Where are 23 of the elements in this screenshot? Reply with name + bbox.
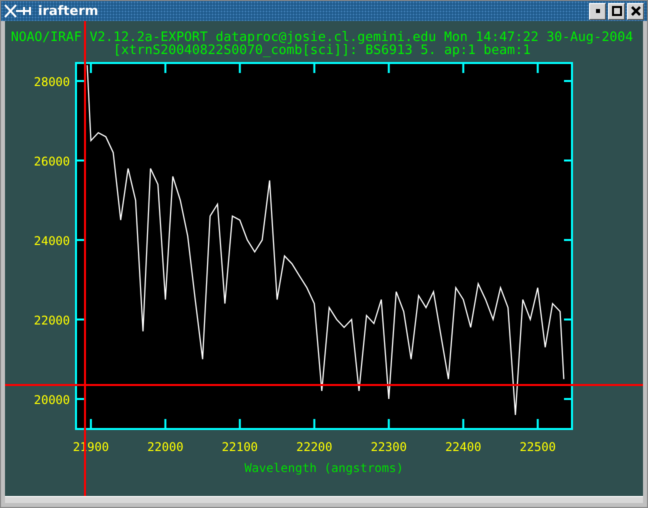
minimize-button[interactable] [589, 2, 606, 20]
maximize-button[interactable] [608, 2, 625, 20]
plot-header-line: [xtrnS20040822S0070_comb[sci]]: BS6913 5. ap:1 beam:1 [112, 44, 532, 57]
x-tick-label: 22000 [147, 440, 184, 454]
plot-header-line: NOAO/IRAF V2.12.2a-EXPORT dataproc@josie.cl.gemini.edu Mon 14:47:22 30-Aug-2004 [10, 31, 634, 44]
y-tick-label: 26000 [34, 154, 70, 168]
close-icon [630, 6, 640, 16]
y-tick-label: 20000 [34, 393, 70, 407]
window-title: irafterm [38, 4, 98, 18]
maximize-icon [612, 6, 622, 16]
x-tick-label: 22100 [222, 440, 258, 454]
minimize-icon [594, 7, 602, 15]
x-tick-label: 22200 [296, 440, 332, 454]
x-tick-label: 22300 [370, 440, 407, 454]
y-tick-label: 28000 [34, 75, 70, 89]
scroll-bar[interactable] [5, 496, 643, 503]
y-tick-label: 22000 [34, 314, 70, 328]
x-logo-icon [4, 4, 34, 18]
x-tick-label: 22500 [520, 440, 556, 454]
x-axis-label: Wavelength (angstroms) [244, 461, 404, 475]
close-button[interactable] [627, 2, 644, 20]
y-tick-label: 24000 [34, 234, 70, 248]
x-tick-label: 22400 [445, 440, 482, 454]
